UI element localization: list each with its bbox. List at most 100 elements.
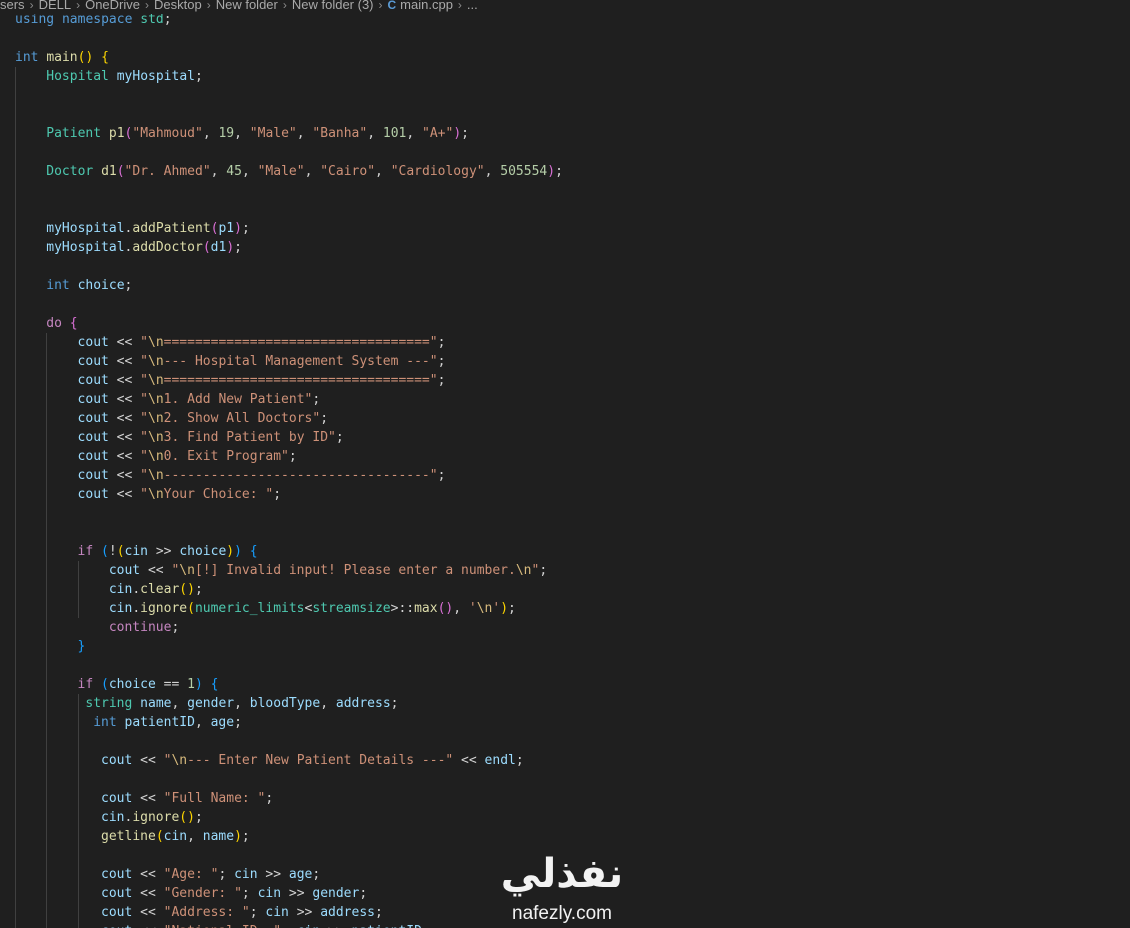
code-line[interactable]: myHospital.addPatient(p1); [46, 219, 250, 238]
breadcrumb-item-users[interactable]: sers [0, 0, 25, 11]
indent-guide [77, 561, 79, 618]
code-line[interactable]: if (!(cin >> choice)) { [78, 542, 258, 561]
code-line[interactable]: cout << "\n=============================… [78, 371, 446, 390]
code-token: \n [148, 373, 164, 388]
code-line[interactable]: } [78, 637, 86, 656]
code-token: int [46, 278, 70, 293]
code-token: choice [77, 278, 125, 293]
breadcrumb-file-name[interactable]: main.cpp [400, 0, 453, 11]
code-line[interactable]: cin.clear(); [109, 580, 203, 599]
code-line[interactable]: cout << "\n2. Show All Doctors"; [78, 409, 328, 428]
code-token: ( [116, 164, 125, 179]
code-line[interactable]: string name, gender, bloodType, address; [85, 694, 398, 713]
code-token: main [46, 50, 78, 65]
code-token: ; [234, 715, 242, 730]
code-line[interactable]: int patientID, age; [93, 713, 242, 732]
code-line[interactable]: cout << "\n3. Find Patient by ID"; [78, 428, 344, 447]
code-token: ; [194, 582, 203, 597]
cpp-file-icon: C [387, 0, 397, 12]
code-line[interactable]: cout << "\nYour Choice: "; [78, 485, 282, 504]
code-token: cout [101, 791, 133, 806]
code-token: << [108, 449, 141, 464]
code-line[interactable]: cout << "National ID: "; cin >> patientI… [101, 922, 430, 928]
breadcrumb-item-dell[interactable]: DELL [39, 0, 72, 11]
code-token: cin [234, 867, 258, 882]
code-token: age [288, 867, 313, 882]
code-token: streamsize [312, 601, 391, 616]
nafezly-watermark: نفذلي nafezly.com [492, 852, 632, 928]
code-token: " [140, 430, 148, 445]
code-token: ; [312, 867, 321, 882]
code-line[interactable]: cout << "Full Name: "; [101, 789, 273, 808]
code-token: , [234, 126, 250, 141]
code-token: 2. Show All Doctors" [163, 411, 321, 426]
code-line[interactable]: cout << "Gender: "; cin >> gender; [101, 884, 367, 903]
code-token: 1 [187, 677, 195, 692]
code-token: << [108, 392, 141, 407]
code-line[interactable]: cout << "\n[!] Invalid input! Please ent… [109, 561, 547, 580]
code-token: cout [77, 354, 109, 369]
code-line[interactable]: Doctor d1("Dr. Ahmed", 45, "Male", "Cair… [46, 162, 563, 181]
code-token: cout [108, 563, 141, 578]
code-token: choice [179, 544, 227, 559]
code-line[interactable]: cin.ignore(numeric_limits<streamsize>::m… [109, 599, 516, 618]
code-token: , [296, 126, 313, 141]
code-token: { [249, 544, 258, 559]
code-line[interactable]: cin.ignore(); [101, 808, 203, 827]
code-line[interactable]: cout << "Age: "; cin >> age; [101, 865, 320, 884]
code-line[interactable]: cout << "\n0. Exit Program"; [78, 447, 297, 466]
code-token: 0. Exit Program" [163, 449, 289, 464]
code-line[interactable]: Patient p1("Mahmoud", 19, "Male", "Banha… [46, 124, 469, 143]
breadcrumb-item-new-folder-3[interactable]: New folder (3) [292, 0, 374, 11]
breadcrumb-symbol-more[interactable]: ... [467, 0, 478, 11]
code-token: "Cairo" [320, 164, 376, 179]
code-line[interactable]: cout << "\n1. Add New Patient"; [78, 390, 321, 409]
code-line[interactable]: getline(cin, name); [101, 827, 250, 846]
code-token: ( [187, 601, 195, 616]
code-line[interactable]: do { [46, 314, 77, 333]
code-token: 1. Add New Patient" [163, 392, 313, 407]
code-line[interactable]: Hospital myHospital; [46, 67, 203, 86]
code-token: , [484, 164, 501, 179]
code-line[interactable]: continue; [109, 618, 179, 637]
code-line[interactable]: if (choice == 1) { [78, 675, 219, 694]
breadcrumb-item-onedrive[interactable]: OneDrive [85, 0, 140, 11]
code-token: cin [257, 886, 282, 901]
code-line[interactable]: cout << "\n--- Enter New Patient Details… [101, 751, 524, 770]
code-token: >> [148, 544, 180, 559]
breadcrumb-item-new-folder[interactable]: New folder [216, 0, 278, 11]
code-line[interactable]: cout << "\n=============================… [78, 333, 446, 352]
code-token: >:: [390, 601, 415, 616]
code-line[interactable]: myHospital.addDoctor(d1); [46, 238, 242, 257]
code-token: \n [148, 411, 164, 426]
code-token: 3. Find Patient by ID" [163, 430, 336, 445]
code-line[interactable]: cout << "\n-----------------------------… [78, 466, 446, 485]
code-line[interactable]: int choice; [46, 276, 132, 295]
code-token: getline [101, 829, 156, 844]
code-token: ) [234, 544, 242, 559]
code-token: cout [101, 924, 132, 928]
code-line[interactable]: cout << "\n--- Hospital Management Syste… [78, 352, 446, 371]
code-editor[interactable]: using namespace std; int main() {Hospital… [0, 0, 1130, 928]
code-line[interactable]: int main() { [15, 48, 109, 67]
code-token: "Cardiology" [390, 164, 485, 179]
code-token: ==================================" [163, 373, 438, 388]
code-token: --- Enter New Patient Details ---" [187, 753, 454, 768]
code-token: ignore [132, 810, 180, 825]
code-token: patientID [352, 924, 422, 928]
code-token: ; [422, 924, 430, 928]
code-line[interactable]: cout << "Address: "; cin >> address; [101, 903, 383, 922]
code-token: if [77, 544, 94, 559]
code-token: () [179, 810, 195, 825]
code-token: { [101, 50, 109, 65]
code-token: " [140, 449, 148, 464]
code-token: " [140, 468, 148, 483]
code-token: addPatient [132, 221, 211, 236]
breadcrumb-item-desktop[interactable]: Desktop [154, 0, 202, 11]
code-token: continue [108, 620, 172, 635]
code-token: ) [234, 829, 242, 844]
code-token: ; [515, 753, 524, 768]
code-token: ) [226, 544, 235, 559]
code-token: 505554 [500, 164, 548, 179]
